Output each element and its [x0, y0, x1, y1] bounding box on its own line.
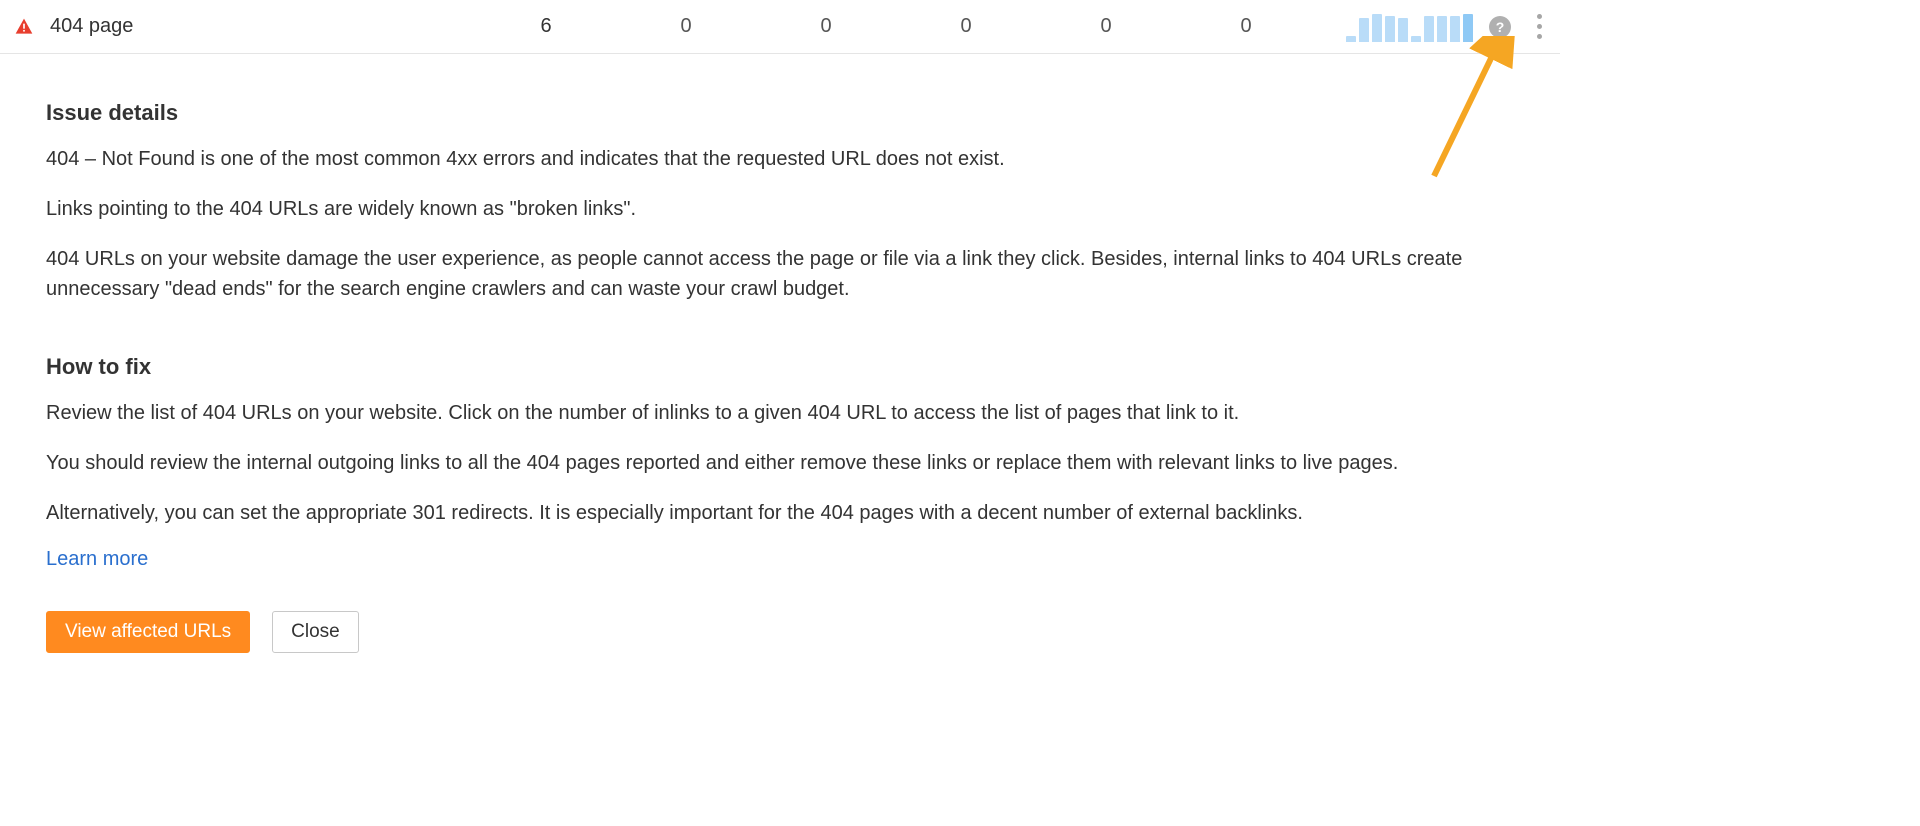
- count-col-1[interactable]: 0: [616, 15, 756, 38]
- issue-details-paragraph: Links pointing to the 404 URLs are widel…: [46, 194, 1514, 224]
- action-buttons: View affected URLs Close: [46, 611, 1514, 653]
- learn-more-link[interactable]: Learn more: [46, 548, 148, 571]
- help-icon[interactable]: ?: [1489, 16, 1511, 38]
- count-col-2[interactable]: 0: [756, 15, 896, 38]
- issue-counts: 6 0 0 0 0 0: [476, 15, 1316, 38]
- how-to-fix-title: How to fix: [46, 354, 1514, 380]
- warning-icon: [14, 17, 34, 37]
- issue-details-content: Issue details 404 – Not Found is one of …: [0, 54, 1560, 693]
- sparkline-bar: [1450, 16, 1460, 42]
- issue-details-paragraph: 404 URLs on your website damage the user…: [46, 244, 1514, 304]
- sparkline-bar: [1424, 16, 1434, 42]
- trend-sparkline: [1346, 12, 1473, 42]
- view-affected-urls-button[interactable]: View affected URLs: [46, 611, 250, 653]
- sparkline-bar: [1372, 14, 1382, 42]
- issue-header-row: 404 page 6 0 0 0 0 0 ?: [0, 0, 1560, 54]
- sparkline-bar: [1437, 16, 1447, 42]
- issue-details-title: Issue details: [46, 100, 1514, 126]
- issue-name[interactable]: 404 page: [50, 15, 133, 38]
- how-to-fix-paragraph: You should review the internal outgoing …: [46, 448, 1514, 478]
- count-col-4[interactable]: 0: [1036, 15, 1176, 38]
- how-to-fix-paragraph: Review the list of 404 URLs on your webs…: [46, 398, 1514, 428]
- issue-panel: 404 page 6 0 0 0 0 0 ? Issue details 404…: [0, 0, 1560, 693]
- sparkline-bar: [1359, 18, 1369, 42]
- sparkline-bar: [1385, 16, 1395, 42]
- count-col-5[interactable]: 0: [1176, 15, 1316, 38]
- sparkline-bar: [1398, 18, 1408, 42]
- more-actions-icon[interactable]: [1533, 8, 1546, 45]
- sparkline-bar: [1346, 36, 1356, 42]
- issue-details-paragraph: 404 – Not Found is one of the most commo…: [46, 144, 1514, 174]
- count-col-0[interactable]: 6: [476, 15, 616, 38]
- count-col-3[interactable]: 0: [896, 15, 1036, 38]
- how-to-fix-paragraph: Alternatively, you can set the appropria…: [46, 498, 1514, 528]
- close-button[interactable]: Close: [272, 611, 359, 653]
- sparkline-bar: [1411, 36, 1421, 42]
- sparkline-bar: [1463, 14, 1473, 42]
